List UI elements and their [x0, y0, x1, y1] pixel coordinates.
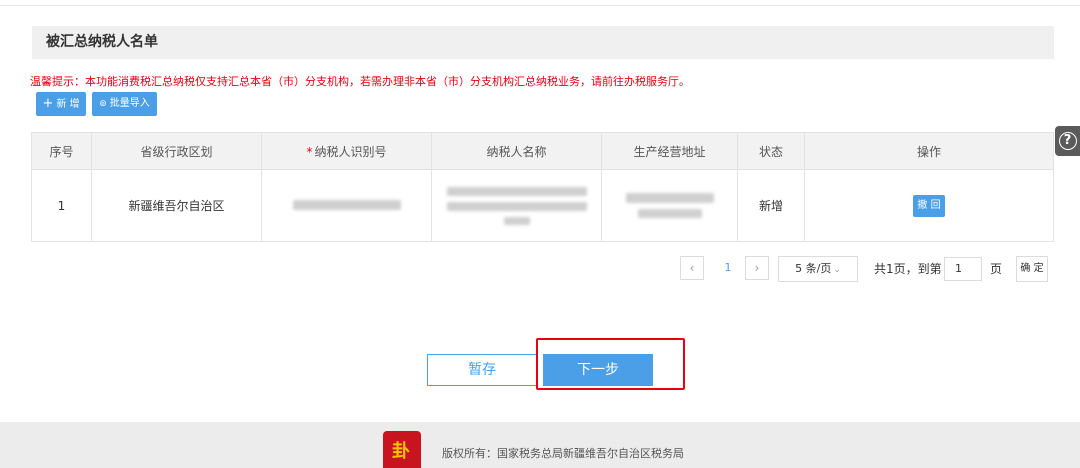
- top-divider: [0, 0, 1080, 6]
- add-button-label: 新 增: [56, 99, 80, 110]
- cell-taxpayer-name: [431, 169, 602, 242]
- page-number-current[interactable]: 1: [721, 256, 735, 280]
- goto-page-input[interactable]: 1: [944, 257, 982, 281]
- redacted-name-line: [503, 216, 530, 225]
- table-header-row: 序号 省级行政区划 * 纳税人识别号 纳税人名称 生产经营地址 状态 操作: [31, 132, 1054, 170]
- batch-import-label: 批量导入: [109, 98, 150, 109]
- cell-action: 撤 回: [804, 169, 1054, 242]
- warning-tip: 温馨提示：本功能消费税汇总纳税仅支持汇总本省（市）分支机构，若需办理非本省（市）…: [30, 75, 690, 88]
- upload-circle-icon: ⊚: [99, 99, 107, 109]
- col-taxpayer-id: * 纳税人识别号: [261, 132, 432, 170]
- col-region: 省级行政区划: [91, 132, 262, 170]
- cell-region: 新疆维吾尔自治区: [91, 169, 262, 242]
- batch-import-button[interactable]: ⊚ 批量导入: [92, 92, 157, 116]
- tax-bureau-emblem: 卦: [383, 431, 421, 468]
- prev-page-button[interactable]: ‹: [680, 256, 704, 280]
- redacted-address-line: [637, 209, 702, 218]
- page-size-value: 5 条/页: [795, 262, 832, 275]
- copyright-text: 版权所有：国家税务总局新疆维吾尔自治区税务局: [442, 447, 684, 460]
- col-address: 生产经营地址: [601, 132, 738, 170]
- page-unit-label: 页: [990, 262, 1003, 276]
- cell-taxpayer-id: [261, 169, 432, 242]
- cell-seq: 1: [31, 169, 92, 242]
- table-row: 1 新疆维吾尔自治区 新增 撤 回: [31, 169, 1054, 242]
- recall-button[interactable]: 撤 回: [913, 194, 945, 217]
- help-icon[interactable]: ?: [1055, 126, 1080, 156]
- cell-address: [601, 169, 738, 242]
- page-size-select[interactable]: 5 条/页 ⌄: [778, 256, 858, 282]
- col-status: 状态: [737, 132, 805, 170]
- goto-confirm-button[interactable]: 确 定: [1016, 256, 1048, 282]
- section-title: 被汇总纳税人名单: [32, 26, 1054, 59]
- cell-status: 新增: [737, 169, 805, 242]
- help-glyph: ?: [1058, 132, 1077, 150]
- emblem-mark: 卦: [392, 441, 410, 462]
- taxpayer-table: 序号 省级行政区划 * 纳税人识别号 纳税人名称 生产经营地址 状态 操作 1 新…: [31, 132, 1054, 242]
- col-seq: 序号: [31, 132, 92, 170]
- add-button[interactable]: + 新 增: [36, 92, 86, 116]
- next-page-button[interactable]: ›: [745, 256, 769, 280]
- redacted-taxpayer-id: [292, 199, 401, 210]
- col-taxpayer-id-label: 纳税人识别号: [314, 144, 387, 159]
- plus-icon: +: [42, 96, 54, 111]
- redacted-name-line: [446, 201, 587, 211]
- col-taxpayer-name: 纳税人名称: [431, 132, 602, 170]
- annotation-highlight-box: [536, 338, 685, 390]
- total-pages-text: 共1页，到第: [874, 262, 942, 276]
- save-draft-button[interactable]: 暂存: [427, 354, 537, 386]
- required-mark: *: [306, 144, 313, 159]
- redacted-address-line: [625, 193, 714, 203]
- redacted-name-line: [446, 186, 587, 196]
- col-action: 操作: [804, 132, 1054, 170]
- chevron-down-icon: ⌄: [833, 265, 841, 275]
